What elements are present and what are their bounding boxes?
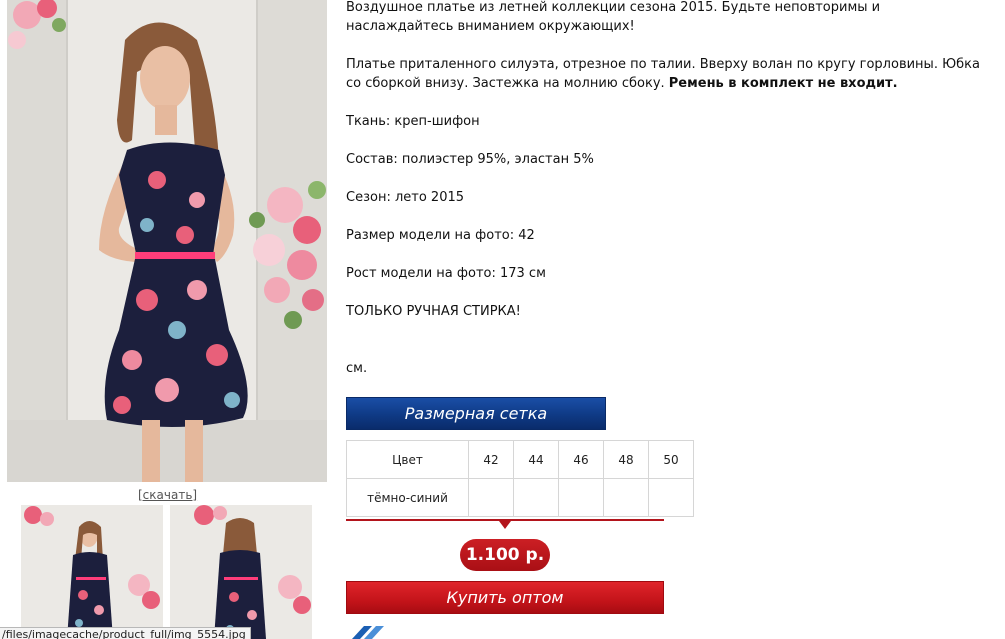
- size-chart-header-row: Цвет 42 44 46 48 50: [346, 440, 694, 479]
- quantity-cell-42[interactable]: [468, 478, 514, 517]
- price-badge: 1.100 р.: [460, 539, 550, 571]
- size-header-44: 44: [513, 440, 559, 479]
- description-intro: Воздушное платье из летней коллекции сез…: [346, 0, 881, 34]
- table-row: тёмно-синий: [346, 478, 694, 517]
- size-header-48: 48: [603, 440, 649, 479]
- color-cell: тёмно-синий: [346, 478, 469, 517]
- quantity-cell-44[interactable]: [513, 478, 559, 517]
- season-line: Сезон: лето 2015: [346, 190, 465, 205]
- product-main-photo[interactable]: [7, 0, 327, 482]
- size-header-46: 46: [558, 440, 604, 479]
- thumbnail-front[interactable]: [21, 505, 163, 639]
- browser-status-url: /files/imagecache/product_full/img_5554.…: [0, 627, 251, 639]
- model-photo-illustration: [7, 0, 327, 482]
- buy-wholesale-button[interactable]: Купить оптом: [346, 581, 664, 614]
- quantity-cell-46[interactable]: [558, 478, 604, 517]
- description-details: Платье приталенного силуэта, отрезное по…: [346, 55, 991, 93]
- thumbnail-front-illustration: [21, 505, 163, 639]
- size-header-50: 50: [648, 440, 694, 479]
- size-chart-table: Цвет 42 44 46 48 50 тёмно-синий: [346, 440, 694, 517]
- download-link[interactable]: [скачать]: [138, 488, 197, 502]
- size-chart-header[interactable]: Размерная сетка: [346, 397, 606, 430]
- model-height-line: Рост модели на фото: 173 см: [346, 266, 546, 281]
- model-size-line: Размер модели на фото: 42: [346, 228, 535, 243]
- quantity-cell-50[interactable]: [648, 478, 694, 517]
- composition-line: Состав: полиэстер 95%, эластан 5%: [346, 152, 594, 167]
- quantity-cell-48[interactable]: [603, 478, 649, 517]
- thumbnail-back[interactable]: [170, 505, 312, 639]
- thumbnail-back-illustration: [170, 505, 312, 639]
- description-belt-note: Ремень в комплект не входит.: [668, 76, 898, 91]
- fabric-line: Ткань: креп-шифон: [346, 114, 480, 129]
- price-pointer-icon: [499, 521, 511, 529]
- product-description: Воздушное платье из летней коллекции сез…: [346, 0, 991, 378]
- size-header-42: 42: [468, 440, 514, 479]
- care-line: ТОЛЬКО РУЧНАЯ СТИРКА!: [346, 304, 521, 319]
- unit-line: см.: [346, 361, 368, 376]
- brand-logo-icon: [352, 626, 384, 639]
- color-column-header: Цвет: [346, 440, 469, 479]
